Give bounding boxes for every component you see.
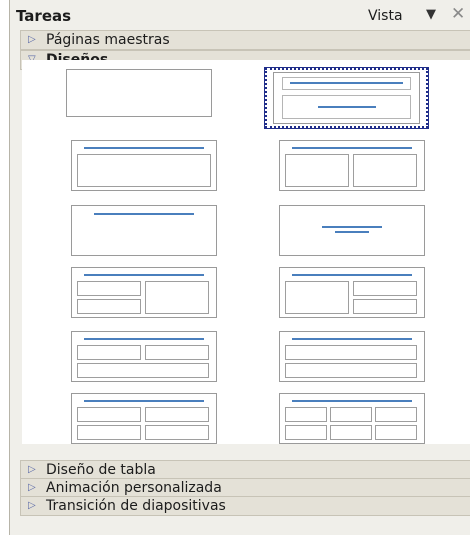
content-box bbox=[375, 407, 417, 422]
title-line bbox=[292, 400, 412, 402]
content-box bbox=[285, 407, 327, 422]
content-box bbox=[145, 281, 209, 314]
content-box bbox=[375, 425, 417, 440]
content-box bbox=[285, 154, 349, 187]
expand-arrow-icon: ▷ bbox=[28, 482, 36, 493]
content-box bbox=[77, 154, 211, 187]
title-line bbox=[84, 274, 204, 276]
section-label: Animación personalizada bbox=[46, 480, 222, 496]
content-box bbox=[77, 363, 209, 378]
content-box bbox=[77, 345, 141, 360]
layout-title-two-content[interactable] bbox=[279, 140, 425, 191]
content-box bbox=[353, 281, 417, 296]
content-box bbox=[145, 425, 209, 440]
content-box bbox=[77, 425, 141, 440]
layout-title-slide[interactable] bbox=[273, 72, 420, 124]
content-box bbox=[285, 281, 349, 314]
section-transicion-de-diapositivas[interactable]: ▷ Transición de diapositivas bbox=[20, 496, 470, 516]
title-line bbox=[290, 82, 403, 84]
content-box bbox=[77, 299, 141, 314]
section-animacion-personalizada[interactable]: ▷ Animación personalizada bbox=[20, 478, 470, 498]
content-box bbox=[330, 407, 372, 422]
text-line bbox=[335, 231, 369, 233]
content-box bbox=[285, 425, 327, 440]
subtitle-line bbox=[318, 106, 376, 108]
close-icon[interactable]: ✕ bbox=[451, 4, 465, 24]
expand-arrow-icon: ▷ bbox=[28, 500, 36, 511]
layout-title-two-content-over-content[interactable] bbox=[71, 331, 217, 382]
title-line bbox=[94, 213, 194, 215]
title-line bbox=[84, 147, 204, 149]
chevron-down-icon[interactable]: ▼ bbox=[426, 7, 436, 22]
gallery-footer-gap bbox=[22, 444, 470, 460]
layout-title-content-two-content[interactable] bbox=[279, 267, 425, 318]
content-box bbox=[353, 154, 417, 187]
title-line bbox=[292, 274, 412, 276]
content-box bbox=[77, 281, 141, 296]
content-box bbox=[285, 345, 417, 360]
section-paginas-maestras[interactable]: ▷ Páginas maestras bbox=[20, 30, 470, 50]
layout-title-two-content-content[interactable] bbox=[71, 267, 217, 318]
content-box bbox=[353, 299, 417, 314]
layout-title-six-content[interactable] bbox=[279, 393, 425, 444]
title-line bbox=[84, 338, 204, 340]
panel-titlebar: Tareas Vista ▼ ✕ bbox=[10, 3, 470, 29]
expand-arrow-icon: ▷ bbox=[28, 464, 36, 475]
section-label: Páginas maestras bbox=[46, 32, 170, 48]
tasks-panel: Tareas Vista ▼ ✕ ▷ Páginas maestras ▽ Di… bbox=[9, 0, 470, 535]
title-line bbox=[292, 147, 412, 149]
content-box bbox=[145, 407, 209, 422]
content-box bbox=[330, 425, 372, 440]
layouts-gallery bbox=[22, 60, 470, 444]
content-box bbox=[145, 345, 209, 360]
title-line bbox=[84, 400, 204, 402]
section-label: Transición de diapositivas bbox=[46, 498, 226, 514]
layout-blank[interactable] bbox=[66, 69, 212, 117]
layout-title-four-content[interactable] bbox=[71, 393, 217, 444]
view-menu-button[interactable]: Vista bbox=[368, 8, 403, 24]
panel-title: Tareas bbox=[16, 7, 72, 25]
expand-arrow-icon: ▷ bbox=[28, 34, 36, 45]
layout-title-only[interactable] bbox=[71, 205, 217, 256]
content-box bbox=[285, 363, 417, 378]
section-diseno-de-tabla[interactable]: ▷ Diseño de tabla bbox=[20, 460, 470, 480]
content-box bbox=[77, 407, 141, 422]
layout-title-content-over-content[interactable] bbox=[279, 331, 425, 382]
layout-centered-text[interactable] bbox=[279, 205, 425, 256]
section-label: Diseño de tabla bbox=[46, 462, 156, 478]
text-line bbox=[322, 226, 382, 228]
title-line bbox=[292, 338, 412, 340]
layout-title-content[interactable] bbox=[71, 140, 217, 191]
